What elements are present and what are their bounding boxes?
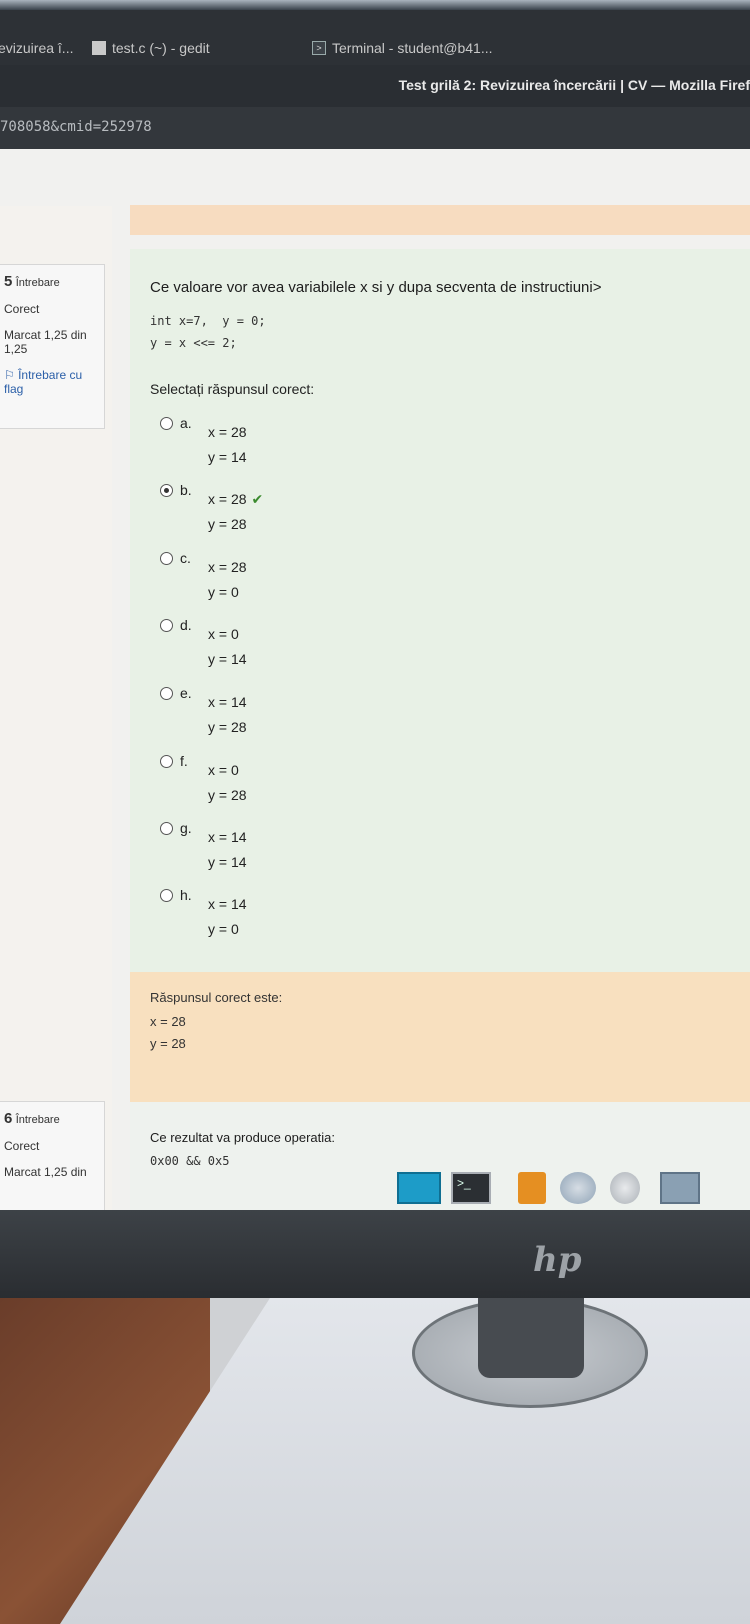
- page-banner: [130, 205, 750, 235]
- answer-radio[interactable]: [160, 417, 173, 430]
- answer-radio[interactable]: [160, 822, 173, 835]
- taskbar-item-label: evizuirea î...: [0, 40, 74, 56]
- option-x-value: x = 14: [208, 694, 247, 710]
- option-x-value: x = 28: [208, 424, 247, 440]
- question-marks: Marcat 1,25 din: [4, 1165, 87, 1179]
- option-x-value: x = 0: [208, 626, 239, 642]
- option-y-value: y = 14: [208, 854, 247, 870]
- option-y-value: y = 14: [208, 449, 247, 465]
- folder-icon[interactable]: [660, 1172, 700, 1204]
- feedback-y-value: y = 28: [150, 1036, 186, 1051]
- question-text: Ce valoare vor avea variabilele x si y d…: [150, 279, 602, 296]
- answer-prompt: Selectați răspunsul corect:: [150, 381, 315, 397]
- code-line: int x=7, y = 0;: [150, 314, 266, 328]
- flag-question-link[interactable]: ⚐ Întrebare cu flag: [4, 368, 100, 396]
- option-x-text: x = 0: [208, 762, 239, 778]
- option-x-value: x = 28: [208, 559, 247, 575]
- option-y-value: y = 0: [208, 921, 239, 937]
- option-x-text: x = 14: [208, 694, 247, 710]
- question-5-content: Ce valoare vor avea variabilele x si y d…: [130, 249, 750, 972]
- option-x-value: x = 28 ✔: [208, 491, 263, 508]
- question-status: Corect: [4, 1139, 40, 1153]
- option-y-value: y = 28: [208, 787, 247, 803]
- monitor-logo: hp: [533, 1240, 582, 1280]
- taskbar-item-label: Terminal - student@b41...: [332, 40, 493, 56]
- answer-radio[interactable]: [160, 484, 173, 497]
- os-dock: >_: [385, 1168, 725, 1210]
- option-letter: h.: [180, 887, 192, 903]
- monitor-bottom-bezel: [0, 1210, 750, 1298]
- option-letter: g.: [180, 820, 192, 836]
- url-text[interactable]: 708058&cmid=252978: [0, 119, 152, 135]
- option-y-value: y = 0: [208, 584, 239, 600]
- taskbar-item-label: test.c (~) - gedit: [112, 40, 210, 56]
- text-editor-icon: [92, 41, 106, 55]
- option-letter: f.: [180, 753, 188, 769]
- app-launcher-icon[interactable]: [518, 1172, 546, 1204]
- answer-radio[interactable]: [160, 687, 173, 700]
- question-5-info: 5 Întrebare Corect Marcat 1,25 din 1,25 …: [0, 264, 105, 429]
- answer-radio[interactable]: [160, 755, 173, 768]
- monitor-stand-neck: [478, 1298, 584, 1378]
- correct-answer-feedback: Răspunsul corect este: x = 28 y = 28: [130, 972, 750, 1102]
- answer-radio[interactable]: [160, 619, 173, 632]
- answer-radio[interactable]: [160, 552, 173, 565]
- option-y-value: y = 28: [208, 719, 247, 735]
- page-content: 5 Întrebare Corect Marcat 1,25 din 1,25 …: [0, 149, 750, 1210]
- option-x-value: x = 14: [208, 829, 247, 845]
- terminal-icon: >: [312, 41, 326, 55]
- taskbar-item-gedit[interactable]: test.c (~) - gedit: [92, 40, 210, 56]
- question-number: 5 Întrebare: [4, 273, 60, 290]
- correct-check-icon: ✔: [251, 491, 264, 507]
- option-y-value: y = 14: [208, 651, 247, 667]
- option-x-text: x = 0: [208, 626, 239, 642]
- option-letter: c.: [180, 550, 191, 566]
- option-x-text: x = 14: [208, 896, 247, 912]
- feedback-title: Răspunsul corect este:: [150, 990, 283, 1005]
- question-marks: Marcat 1,25 din 1,25: [4, 328, 87, 356]
- taskbar-item-terminal[interactable]: > Terminal - student@b41...: [312, 40, 493, 56]
- question-number: 6 Întrebare: [4, 1110, 60, 1127]
- web-browser-icon[interactable]: [560, 1172, 596, 1204]
- option-x-value: x = 0: [208, 762, 239, 778]
- option-x-text: x = 14: [208, 829, 247, 845]
- question-status: Corect: [4, 302, 40, 316]
- address-bar[interactable]: 708058&cmid=252978: [0, 107, 750, 149]
- code-line: 0x00 && 0x5: [150, 1154, 230, 1168]
- option-y-value: y = 28: [208, 516, 247, 532]
- option-letter: b.: [180, 482, 192, 498]
- option-letter: e.: [180, 685, 192, 701]
- option-x-text: x = 28: [208, 491, 247, 507]
- browser-title-bar: Test grilă 2: Revizuirea încercării | CV…: [0, 65, 750, 107]
- os-taskbar: evizuirea î... test.c (~) - gedit > Term…: [0, 10, 750, 65]
- option-letter: d.: [180, 617, 192, 633]
- answer-radio[interactable]: [160, 889, 173, 902]
- question-text: Ce rezultat va produce operatia:: [150, 1130, 335, 1145]
- feedback-x-value: x = 28: [150, 1014, 186, 1029]
- monitor-top-bezel: [0, 0, 750, 10]
- option-x-value: x = 14: [208, 896, 247, 912]
- option-x-text: x = 28: [208, 424, 247, 440]
- terminal-icon[interactable]: >_: [451, 1172, 491, 1204]
- search-icon[interactable]: [610, 1172, 640, 1204]
- flag-icon: ⚐: [4, 368, 19, 382]
- option-x-text: x = 28: [208, 559, 247, 575]
- workspace-switcher-icon[interactable]: [397, 1172, 441, 1204]
- option-letter: a.: [180, 415, 192, 431]
- code-line: y = x <<= 2;: [150, 336, 237, 350]
- question-6-info: 6 Întrebare Corect Marcat 1,25 din: [0, 1101, 105, 1210]
- taskbar-item-revizuirea[interactable]: evizuirea î...: [0, 40, 73, 56]
- window-title: Test grilă 2: Revizuirea încercării | CV…: [398, 77, 750, 93]
